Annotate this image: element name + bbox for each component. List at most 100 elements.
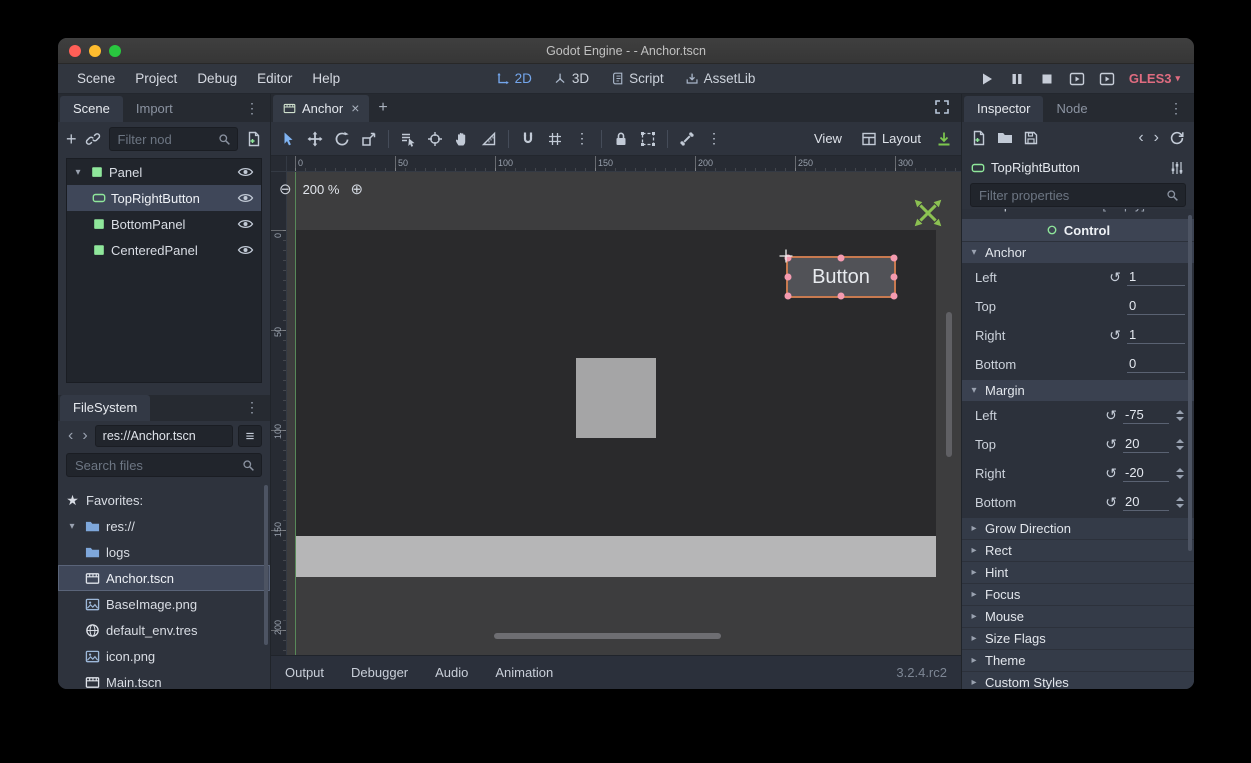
zoom-level[interactable]: 200 %: [303, 182, 340, 197]
file-item-res-root[interactable]: ▾ res://: [58, 513, 270, 539]
visibility-eye-icon[interactable]: [237, 244, 254, 256]
menu-help[interactable]: Help: [303, 68, 349, 89]
selection-handle[interactable]: [838, 293, 845, 300]
fullscreen-window-button[interactable]: [109, 45, 121, 57]
visibility-eye-icon[interactable]: [237, 166, 254, 178]
anchor-top-input[interactable]: [1127, 298, 1185, 315]
play-button[interactable]: [979, 71, 995, 87]
scene-tree-item-toprightbutton[interactable]: TopRightButton: [67, 185, 261, 211]
selection-handle[interactable]: [891, 293, 898, 300]
bottom-tab-output[interactable]: Output: [285, 665, 324, 680]
tab-scene[interactable]: Scene: [60, 96, 123, 122]
history-forward-icon[interactable]: ›: [1154, 130, 1159, 146]
new-scene-tab-button[interactable]: +: [369, 99, 396, 122]
revert-icon[interactable]: ↺: [1109, 269, 1121, 286]
file-item-default-env[interactable]: default_env.tres: [58, 617, 270, 643]
grid-snap-icon[interactable]: [547, 131, 563, 147]
revert-icon[interactable]: ↺: [1105, 465, 1117, 482]
selection-handle[interactable]: [785, 274, 792, 281]
spinner-icon[interactable]: [1175, 439, 1185, 450]
tab-import[interactable]: Import: [123, 96, 186, 122]
anchor-bottom-input[interactable]: [1127, 356, 1185, 373]
spinner-icon[interactable]: [1175, 468, 1185, 479]
visibility-eye-icon[interactable]: [237, 218, 254, 230]
selection-handle[interactable]: [785, 293, 792, 300]
close-tab-icon[interactable]: ×: [351, 100, 359, 116]
revert-icon[interactable]: ↺: [1109, 327, 1121, 344]
section-focus[interactable]: ▸Focus: [962, 584, 1194, 605]
distraction-free-icon[interactable]: [925, 99, 959, 122]
bottom-panel-node[interactable]: [296, 536, 936, 577]
selection-handle[interactable]: [838, 255, 845, 262]
add-node-button[interactable]: +: [66, 130, 77, 148]
workspace-assetlib-button[interactable]: AssetLib: [686, 71, 756, 86]
spinner-icon[interactable]: [1175, 410, 1185, 421]
canvas[interactable]: 0 50 100 150 200 Button: [271, 172, 961, 655]
file-item-anchor-tscn[interactable]: Anchor.tscn: [58, 565, 270, 591]
save-resource-icon[interactable]: [1023, 130, 1039, 146]
layout-menu-button[interactable]: Layout: [857, 131, 925, 147]
object-history-icon[interactable]: [1169, 130, 1185, 146]
selection-handle[interactable]: [891, 274, 898, 281]
snap-options-icon[interactable]: ⋮: [574, 130, 590, 147]
view-menu-button[interactable]: View: [810, 131, 846, 146]
stop-button[interactable]: [1039, 71, 1055, 87]
section-margin[interactable]: ▾ Margin: [962, 380, 1194, 401]
section-rect[interactable]: ▸Rect: [962, 540, 1194, 561]
revert-icon[interactable]: ↺: [1105, 494, 1117, 511]
history-back-icon[interactable]: ‹: [66, 428, 75, 444]
scale-tool-icon[interactable]: [361, 131, 377, 147]
dock-menu-icon[interactable]: ⋮: [236, 100, 268, 122]
load-resource-folder-icon[interactable]: [997, 130, 1013, 146]
section-size-flags[interactable]: ▸Size Flags: [962, 628, 1194, 649]
bottom-tab-audio[interactable]: Audio: [435, 665, 468, 680]
spinner-icon[interactable]: [1175, 497, 1185, 508]
workspace-3d-button[interactable]: 3D: [554, 71, 589, 86]
file-item-icon-png[interactable]: icon.png: [58, 643, 270, 669]
menu-scene[interactable]: Scene: [68, 68, 124, 89]
bottom-tab-debugger[interactable]: Debugger: [351, 665, 408, 680]
zoom-out-button[interactable]: ⊖: [279, 180, 292, 198]
canvas-horizontal-scrollbar[interactable]: [494, 633, 721, 639]
bottom-tab-animation[interactable]: Animation: [495, 665, 553, 680]
minimize-window-button[interactable]: [89, 45, 101, 57]
revert-icon[interactable]: ↺: [1105, 436, 1117, 453]
dock-menu-icon[interactable]: ⋮: [236, 399, 268, 421]
ruler-tool-icon[interactable]: [481, 131, 497, 147]
pause-button[interactable]: [1009, 71, 1025, 87]
skeleton-menu-icon[interactable]: ⋮: [706, 130, 722, 147]
anchor-gizmo-icon[interactable]: [909, 194, 947, 232]
scene-filter-input[interactable]: [116, 131, 214, 148]
tab-filesystem[interactable]: FileSystem: [60, 395, 150, 421]
skeleton-options-icon[interactable]: [679, 131, 695, 147]
section-grow-direction[interactable]: ▸Grow Direction: [962, 518, 1194, 539]
margin-left-input[interactable]: [1123, 407, 1169, 424]
section-anchor[interactable]: ▾ Anchor: [962, 242, 1194, 263]
filesystem-scrollbar[interactable]: [264, 485, 268, 645]
rotate-tool-icon[interactable]: [334, 131, 350, 147]
section-custom-styles[interactable]: ▸Custom Styles: [962, 672, 1194, 689]
centered-panel-node[interactable]: [576, 358, 656, 438]
play-scene-button[interactable]: [1069, 71, 1085, 87]
workspace-2d-button[interactable]: 2D: [497, 71, 532, 86]
filesystem-search-input[interactable]: [73, 457, 238, 474]
inspector-filter-input[interactable]: [977, 187, 1162, 204]
file-item-logs[interactable]: logs: [58, 539, 270, 565]
revert-icon[interactable]: ↺: [1105, 407, 1117, 424]
tab-inspector[interactable]: Inspector: [964, 96, 1043, 122]
play-custom-scene-button[interactable]: [1099, 71, 1115, 87]
visibility-eye-icon[interactable]: [237, 192, 254, 204]
scene-tree-item-bottompanel[interactable]: BottomPanel: [67, 211, 261, 237]
instance-scene-icon[interactable]: [85, 131, 101, 147]
current-path[interactable]: res://Anchor.tscn: [95, 425, 233, 447]
anchor-right-input[interactable]: [1127, 327, 1185, 344]
tab-node[interactable]: Node: [1043, 96, 1100, 122]
workspace-script-button[interactable]: Script: [611, 71, 664, 86]
object-tools-icon[interactable]: [1169, 160, 1185, 176]
canvas-vertical-scrollbar[interactable]: [946, 312, 952, 457]
button-node[interactable]: Button: [786, 256, 896, 298]
file-item-baseimage-png[interactable]: BaseImage.png: [58, 591, 270, 617]
margin-right-input[interactable]: [1123, 465, 1169, 482]
history-back-icon[interactable]: ‹: [1138, 130, 1143, 146]
favorites-header[interactable]: ★ Favorites:: [58, 487, 270, 513]
